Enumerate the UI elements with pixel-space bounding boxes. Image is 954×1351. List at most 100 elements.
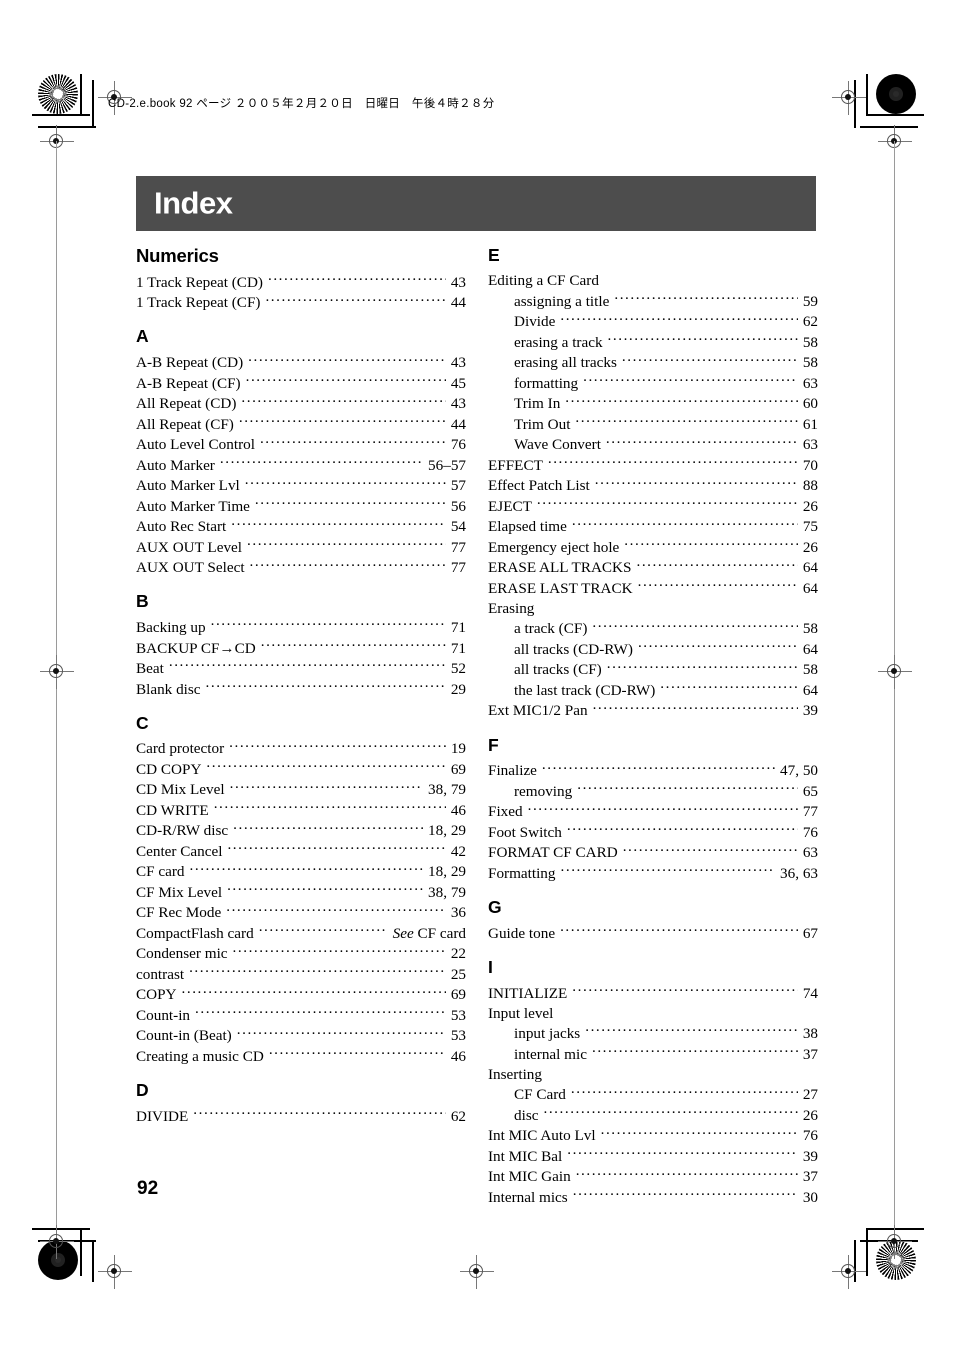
index-entry[interactable]: disc 26 bbox=[488, 1105, 818, 1126]
index-entry[interactable]: removing 65 bbox=[488, 781, 818, 802]
index-entry-label: AUX OUT Level bbox=[136, 538, 243, 556]
index-entry[interactable]: CompactFlash card See CF card bbox=[136, 924, 466, 945]
index-entry[interactable]: Trim In 60 bbox=[488, 394, 818, 415]
index-entry[interactable]: the last track (CD-RW) 64 bbox=[488, 681, 818, 702]
dot-leader bbox=[543, 1105, 797, 1119]
index-entry[interactable]: 1 Track Repeat (CF) 44 bbox=[136, 293, 466, 314]
index-entry[interactable]: input jacks 38 bbox=[488, 1024, 818, 1045]
index-entry[interactable]: All Repeat (CF) 44 bbox=[136, 414, 466, 435]
index-cross-reference: See CF card bbox=[390, 924, 466, 944]
index-entry[interactable]: Effect Patch List 88 bbox=[488, 476, 818, 497]
index-entry[interactable]: CF Mix Level 38, 79 bbox=[136, 883, 466, 904]
index-entry[interactable]: erasing a track 58 bbox=[488, 332, 818, 353]
index-entry[interactable]: contrast 25 bbox=[136, 965, 466, 986]
index-entry[interactable]: Guide tone 67 bbox=[488, 923, 818, 944]
index-entry[interactable]: EJECT 26 bbox=[488, 496, 818, 517]
index-entry[interactable]: Center Cancel 42 bbox=[136, 842, 466, 863]
index-entry[interactable]: CF Card 27 bbox=[488, 1085, 818, 1106]
index-entry[interactable]: Wave Convert 63 bbox=[488, 435, 818, 456]
index-entry[interactable]: Auto Level Control 76 bbox=[136, 435, 466, 456]
index-entry[interactable]: ERASE ALL TRACKS 64 bbox=[488, 558, 818, 579]
index-entry-group[interactable]: Erasing bbox=[488, 599, 818, 619]
index-entry[interactable]: Card protector 19 bbox=[136, 739, 466, 760]
index-entry-page: 30 bbox=[802, 1188, 818, 1206]
index-entry-label: Emergency eject hole bbox=[488, 538, 620, 556]
index-entry[interactable]: Emergency eject hole 26 bbox=[488, 537, 818, 558]
index-entry[interactable]: Int MIC Gain 37 bbox=[488, 1167, 818, 1188]
index-entry-page: 44 bbox=[450, 294, 466, 312]
index-entry[interactable]: Divide 62 bbox=[488, 312, 818, 333]
index-entry-page: 26 bbox=[802, 1106, 818, 1124]
index-entry[interactable]: CD WRITE 46 bbox=[136, 801, 466, 822]
index-entry-group[interactable]: Editing a CF Card bbox=[488, 271, 818, 291]
index-entry[interactable]: Int MIC Bal 39 bbox=[488, 1146, 818, 1167]
index-entry[interactable]: Trim Out 61 bbox=[488, 414, 818, 435]
index-entry[interactable]: Auto Marker Lvl 57 bbox=[136, 476, 466, 497]
index-entry[interactable]: CF card 18, 29 bbox=[136, 862, 466, 883]
index-entry-page: 45 bbox=[450, 374, 466, 392]
index-entry[interactable]: CD COPY 69 bbox=[136, 760, 466, 781]
crosshair-bottom-left-inline bbox=[98, 1255, 132, 1289]
index-entry[interactable]: DIVIDE 62 bbox=[136, 1106, 466, 1127]
index-entry-page: 26 bbox=[802, 538, 818, 556]
index-entry[interactable]: CD-R/RW disc 18, 29 bbox=[136, 821, 466, 842]
index-entry[interactable]: A-B Repeat (CF) 45 bbox=[136, 373, 466, 394]
index-entry-label: Condenser mic bbox=[136, 945, 228, 963]
index-entry[interactable]: Creating a music CD 46 bbox=[136, 1047, 466, 1068]
index-entry[interactable]: All Repeat (CD) 43 bbox=[136, 394, 466, 415]
index-entry[interactable]: CF Rec Mode 36 bbox=[136, 903, 466, 924]
index-entry[interactable]: Beat 52 bbox=[136, 659, 466, 680]
index-entry[interactable]: AUX OUT Level 77 bbox=[136, 537, 466, 558]
index-entry-group[interactable]: Inserting bbox=[488, 1065, 818, 1085]
index-entry[interactable]: INITIALIZE 74 bbox=[488, 983, 818, 1004]
crop-mark-top-left-v1 bbox=[80, 74, 82, 116]
index-entry-label: Auto Marker Time bbox=[136, 497, 250, 515]
index-entry[interactable]: Count-in 53 bbox=[136, 1006, 466, 1027]
index-entry[interactable]: CD Mix Level 38, 79 bbox=[136, 780, 466, 801]
index-entry[interactable]: Finalize 47, 50 bbox=[488, 761, 818, 782]
dot-leader bbox=[606, 435, 798, 449]
index-entry-page: 38, 79 bbox=[428, 883, 466, 901]
index-entry[interactable]: Elapsed time 75 bbox=[488, 517, 818, 538]
index-entry-label: Editing a CF Card bbox=[488, 272, 599, 290]
index-entry[interactable]: internal mic 37 bbox=[488, 1044, 818, 1065]
index-entry[interactable]: AUX OUT Select 77 bbox=[136, 558, 466, 579]
index-entry[interactable]: Count-in (Beat) 53 bbox=[136, 1026, 466, 1047]
index-entry[interactable]: erasing all tracks 58 bbox=[488, 353, 818, 374]
index-entry-page: 37 bbox=[802, 1045, 818, 1063]
index-entry[interactable]: COPY 69 bbox=[136, 985, 466, 1006]
index-entry-page: 67 bbox=[802, 924, 818, 942]
index-entry[interactable]: Fixed 77 bbox=[488, 802, 818, 823]
index-entry[interactable]: all tracks (CD-RW) 64 bbox=[488, 640, 818, 661]
index-entry[interactable]: BACKUP CF→CD 71 bbox=[136, 638, 466, 659]
index-entry[interactable]: A-B Repeat (CD) 43 bbox=[136, 353, 466, 374]
index-entry[interactable]: a track (CF) 58 bbox=[488, 619, 818, 640]
index-entry[interactable]: Condenser mic 22 bbox=[136, 944, 466, 965]
index-entry[interactable]: Internal mics 30 bbox=[488, 1187, 818, 1208]
index-section-heading: B bbox=[136, 591, 149, 612]
index-entry-group[interactable]: Input level bbox=[488, 1004, 818, 1024]
index-entry-page: 62 bbox=[802, 313, 818, 331]
index-entry-page: 76 bbox=[802, 1127, 818, 1145]
index-entry[interactable]: ERASE LAST TRACK 64 bbox=[488, 578, 818, 599]
crop-mark-top-left-h1 bbox=[32, 114, 90, 116]
index-entry[interactable]: Formatting 36, 63 bbox=[488, 863, 818, 884]
index-entry-page: 63 bbox=[802, 436, 818, 454]
index-entry[interactable]: EFFECT 70 bbox=[488, 455, 818, 476]
index-entry[interactable]: Ext MIC1/2 Pan 39 bbox=[488, 701, 818, 722]
index-entry[interactable]: Auto Marker Time 56 bbox=[136, 496, 466, 517]
index-entry[interactable]: all tracks (CF) 58 bbox=[488, 660, 818, 681]
index-entry[interactable]: Int MIC Auto Lvl 76 bbox=[488, 1126, 818, 1147]
crop-mark-bottom-left-v1 bbox=[80, 1228, 82, 1276]
index-entry[interactable]: Auto Marker 56–57 bbox=[136, 455, 466, 476]
index-entry[interactable]: assigning a title 59 bbox=[488, 291, 818, 312]
index-entry[interactable]: Foot Switch 76 bbox=[488, 822, 818, 843]
index-entry[interactable]: Backing up 71 bbox=[136, 618, 466, 639]
index-entry[interactable]: FORMAT CF CARD 63 bbox=[488, 843, 818, 864]
index-entry[interactable]: Blank disc 29 bbox=[136, 679, 466, 700]
index-entry[interactable]: formatting 63 bbox=[488, 373, 818, 394]
index-entry[interactable]: Auto Rec Start 54 bbox=[136, 517, 466, 538]
crop-mark-top-left-h2 bbox=[38, 126, 96, 128]
index-entry-label: BACKUP CF→CD bbox=[136, 639, 256, 657]
index-entry[interactable]: 1 Track Repeat (CD) 43 bbox=[136, 272, 466, 293]
